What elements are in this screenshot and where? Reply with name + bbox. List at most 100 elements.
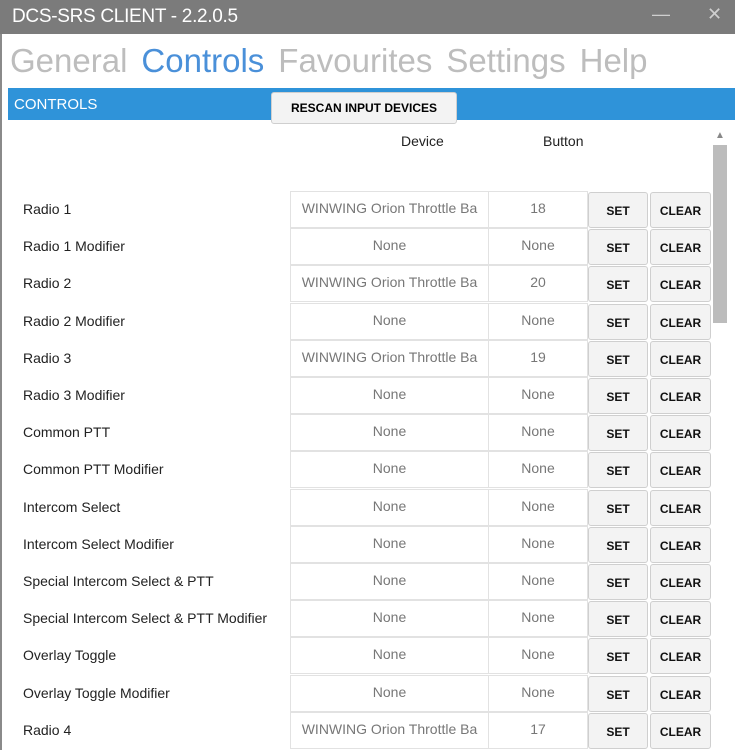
button-field: None <box>488 637 588 675</box>
device-field: None <box>290 488 489 526</box>
control-label: Radio 4 <box>23 721 72 738</box>
button-field: None <box>488 228 588 266</box>
button-field: None <box>488 600 588 638</box>
clear-button[interactable]: CLEAR <box>650 489 711 526</box>
set-button[interactable]: SET <box>588 601 648 638</box>
clear-button[interactable]: CLEAR <box>650 303 711 340</box>
scrollbar-thumb[interactable] <box>713 145 727 323</box>
device-field: None <box>290 637 489 675</box>
tab-bar: General Controls Favourites Settings Hel… <box>10 42 647 80</box>
close-button[interactable]: ✕ <box>707 4 722 25</box>
device-column-header: Device <box>401 133 444 149</box>
device-field: None <box>290 674 489 712</box>
device-field: WINWING Orion Throttle Ba <box>290 191 489 228</box>
device-field: None <box>290 563 489 600</box>
clear-button[interactable]: CLEAR <box>650 378 711 414</box>
control-label: Special Intercom Select & PTT <box>23 573 214 589</box>
control-label: Radio 2 <box>23 275 72 292</box>
clear-button[interactable]: CLEAR <box>650 601 711 638</box>
device-field: None <box>290 228 489 266</box>
tab-general[interactable]: General <box>10 42 127 80</box>
control-label: Radio 1 <box>23 201 72 217</box>
device-field: None <box>290 414 489 452</box>
clear-button[interactable]: CLEAR <box>650 452 711 489</box>
control-row: Intercom Select None None SET CLEAR <box>0 488 712 526</box>
window-title: DCS-SRS CLIENT - 2.2.0.5 <box>12 6 238 27</box>
control-label: Overlay Toggle Modifier <box>23 684 170 701</box>
set-button[interactable]: SET <box>588 229 648 266</box>
set-button[interactable]: SET <box>588 675 648 712</box>
button-field: None <box>488 488 588 526</box>
set-button[interactable]: SET <box>588 415 648 452</box>
minimize-button[interactable]: — <box>652 4 670 25</box>
device-field: None <box>290 525 489 563</box>
control-row: Radio 3 Modifier None None SET CLEAR <box>0 377 712 414</box>
control-row: Radio 1 Modifier None None SET CLEAR <box>0 228 712 266</box>
button-field: None <box>488 674 588 712</box>
control-row: Radio 2 Modifier None None SET CLEAR <box>0 302 712 340</box>
title-bar: DCS-SRS CLIENT - 2.2.0.5 — ✕ <box>0 0 735 34</box>
device-field: None <box>290 600 489 638</box>
control-label: Special Intercom Select & PTT Modifier <box>23 610 268 627</box>
device-field: WINWING Orion Throttle Ba <box>290 265 489 303</box>
control-row: Radio 1 WINWING Orion Throttle Ba 18 SET… <box>0 191 712 228</box>
button-field: 19 <box>488 339 588 377</box>
control-label: Intercom Select <box>23 498 121 515</box>
clear-button[interactable]: CLEAR <box>650 712 711 749</box>
set-button[interactable]: SET <box>588 526 648 563</box>
set-button[interactable]: SET <box>588 489 648 526</box>
control-label: Radio 3 Modifier <box>23 387 125 403</box>
control-row: Overlay Toggle Modifier None None SET CL… <box>0 674 712 712</box>
clear-button[interactable]: CLEAR <box>650 229 711 266</box>
device-field: None <box>290 451 489 489</box>
control-row: Radio 4 WINWING Orion Throttle Ba 17 SET… <box>0 711 712 749</box>
set-button[interactable]: SET <box>588 266 648 303</box>
tab-help[interactable]: Help <box>580 42 648 80</box>
clear-button[interactable]: CLEAR <box>650 638 711 675</box>
set-button[interactable]: SET <box>588 192 648 228</box>
set-button[interactable]: SET <box>588 712 648 749</box>
device-field: None <box>290 302 489 340</box>
device-field: WINWING Orion Throttle Ba <box>290 711 489 749</box>
button-field: None <box>488 525 588 563</box>
button-field: 17 <box>488 711 588 749</box>
button-field: None <box>488 377 588 414</box>
scroll-up-arrow-icon[interactable]: ▲ <box>713 130 727 142</box>
clear-button[interactable]: CLEAR <box>650 526 711 563</box>
rescan-input-devices-button[interactable]: RESCAN INPUT DEVICES <box>271 92 457 124</box>
control-label: Common PTT Modifier <box>23 461 164 478</box>
button-field: 18 <box>488 191 588 228</box>
device-field: WINWING Orion Throttle Ba <box>290 339 489 377</box>
clear-button[interactable]: CLEAR <box>650 675 711 712</box>
tab-settings[interactable]: Settings <box>446 42 565 80</box>
set-button[interactable]: SET <box>588 303 648 340</box>
control-row: Intercom Select Modifier None None SET C… <box>0 525 712 563</box>
button-column-header: Button <box>543 133 584 149</box>
set-button[interactable]: SET <box>588 340 648 377</box>
clear-button[interactable]: CLEAR <box>650 340 711 377</box>
clear-button[interactable]: CLEAR <box>650 564 711 600</box>
button-field: None <box>488 451 588 489</box>
control-label: Radio 1 Modifier <box>23 238 125 255</box>
set-button[interactable]: SET <box>588 378 648 414</box>
clear-button[interactable]: CLEAR <box>650 266 711 303</box>
control-row: Special Intercom Select & PTT None None … <box>0 563 712 600</box>
button-field: None <box>488 302 588 340</box>
control-row: Radio 3 WINWING Orion Throttle Ba 19 SET… <box>0 339 712 377</box>
control-row: Special Intercom Select & PTT Modifier N… <box>0 600 712 638</box>
control-label: Common PTT <box>23 424 111 441</box>
device-field: None <box>290 377 489 414</box>
control-label: Overlay Toggle <box>23 647 117 664</box>
scrollbar[interactable]: ▲ <box>713 130 727 750</box>
tab-favourites[interactable]: Favourites <box>278 42 432 80</box>
control-row: Radio 2 WINWING Orion Throttle Ba 20 SET… <box>0 265 712 303</box>
tab-controls[interactable]: Controls <box>141 42 264 80</box>
control-label: Radio 3 <box>23 349 72 366</box>
set-button[interactable]: SET <box>588 638 648 675</box>
control-row: Common PTT None None SET CLEAR <box>0 414 712 452</box>
set-button[interactable]: SET <box>588 452 648 489</box>
set-button[interactable]: SET <box>588 564 648 600</box>
clear-button[interactable]: CLEAR <box>650 192 711 228</box>
clear-button[interactable]: CLEAR <box>650 415 711 452</box>
control-label: Radio 2 Modifier <box>23 312 125 329</box>
